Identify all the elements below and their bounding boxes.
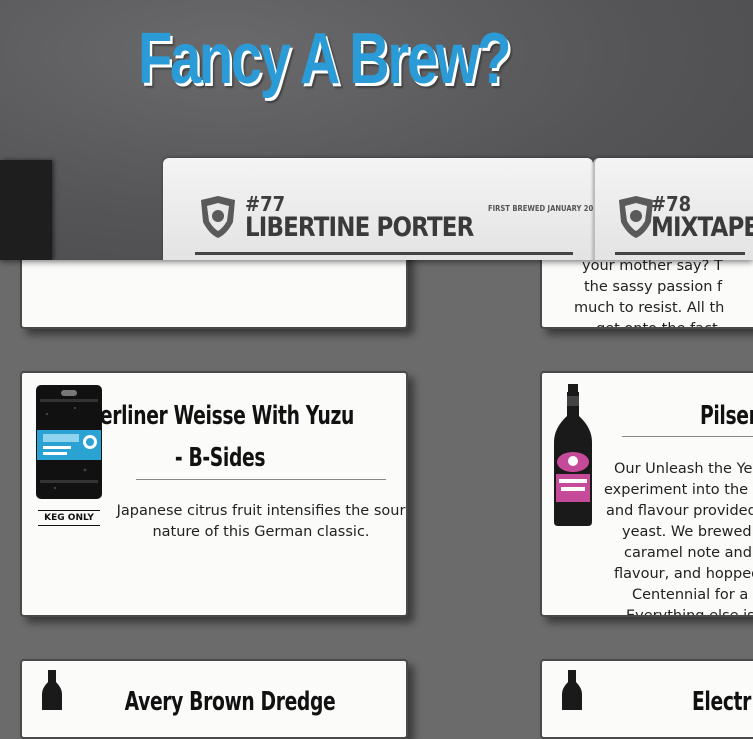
beer-description: Our Unleash the Yea experiment into the … <box>604 459 753 617</box>
beer-title-line: - B-Sides <box>174 443 266 473</box>
site-title: Fancy A Brew? <box>138 19 511 99</box>
beer-card-avery-brown-dredge[interactable]: Avery Brown Dredge <box>20 659 408 739</box>
title-divider <box>622 436 753 437</box>
description-line: flavour, and hopped <box>614 566 753 582</box>
beer-title: Electr <box>692 687 752 717</box>
description-line: much to resist. All th <box>574 300 725 316</box>
book-name: MIXTAPE 8 <box>651 212 753 243</box>
description-line: and flavour provided <box>606 503 753 519</box>
description-line: get onto the fact <box>596 321 718 329</box>
book-name: LIBERTINE PORTER <box>245 212 474 243</box>
book-divider <box>195 252 573 255</box>
bottle-image <box>562 670 582 710</box>
header-banner: Fancy A Brew? #77 LIBERTINE PORTER FIRST… <box>0 0 753 260</box>
beer-description: Japanese citrus fruit intensifies the so… <box>116 503 406 540</box>
book-page-mixtape: #78 MIXTAPE 8 <box>593 158 753 260</box>
title-divider <box>136 479 386 480</box>
beer-title: Berliner Weisse With Yuzu - B-Sides <box>70 395 370 479</box>
book-page-libertine-porter: #77 LIBERTINE PORTER FIRST BREWED JANUAR… <box>163 158 603 260</box>
description-line: experiment into the <box>604 482 749 498</box>
description-line: caramel note and s <box>624 545 753 561</box>
description-line: Centennial for a <box>632 587 749 603</box>
beer-title-line: Berliner Weisse With Yuzu <box>86 401 354 431</box>
beer-card-pilsen[interactable]: Pilsen Our Unleash the Yea experiment in… <box>540 371 753 617</box>
dark-book-spine <box>0 160 52 260</box>
beer-description: your mother say? T the sassy passion f m… <box>574 256 753 329</box>
beer-title: Avery Brown Dredge <box>124 687 336 717</box>
bottle-image <box>42 670 62 710</box>
description-line: Our Unleash the Yea <box>614 461 753 477</box>
brewdog-shield-icon <box>201 196 235 238</box>
bottle-image <box>554 384 592 526</box>
description-line: the sassy passion f <box>584 279 723 295</box>
keg-only-label: KEG ONLY <box>38 510 100 526</box>
beer-card-berliner-weisse[interactable]: KEG ONLY Berliner Weisse With Yuzu - B-S… <box>20 371 408 617</box>
book-first-brewed: FIRST BREWED JANUARY 2012 <box>488 204 603 213</box>
description-line: Everything else is <box>626 608 753 617</box>
beer-card-electric[interactable]: Electr <box>540 659 753 739</box>
book-divider <box>615 252 745 255</box>
beer-title: Pilsen <box>700 401 753 431</box>
description-line: yeast. We brewed u <box>622 524 753 540</box>
